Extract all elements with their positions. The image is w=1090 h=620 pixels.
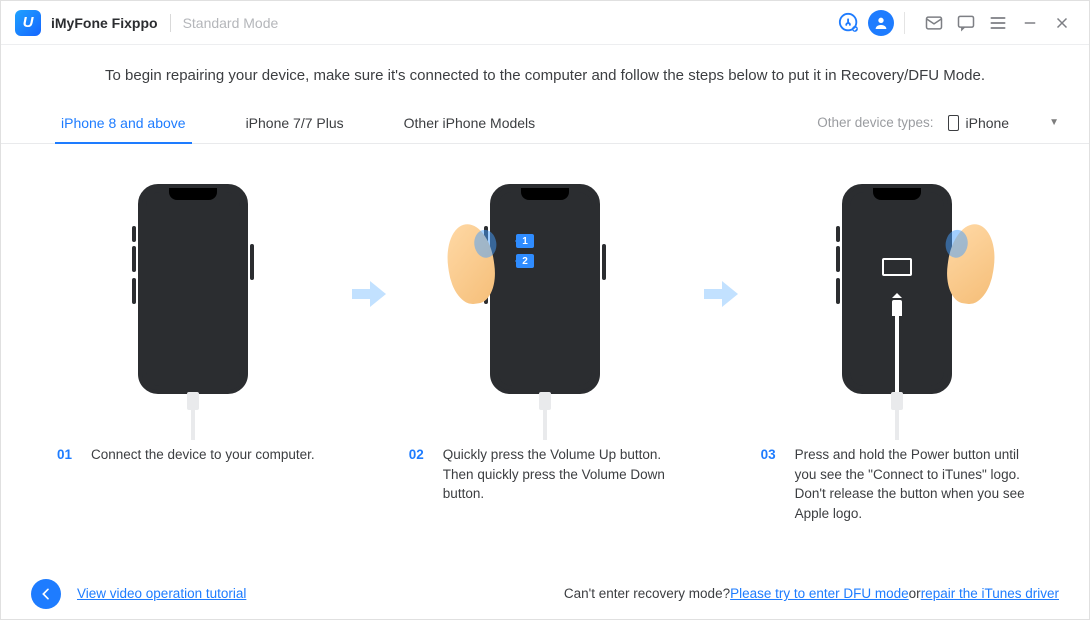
- volume-down-badge: 2: [516, 254, 534, 268]
- repair-driver-link[interactable]: repair the iTunes driver: [921, 586, 1059, 601]
- step-2-text: Quickly press the Volume Up button. Then…: [443, 445, 681, 504]
- footer: View video operation tutorial Can't ente…: [1, 567, 1089, 619]
- steps-row: 01 Connect the device to your computer. …: [1, 144, 1089, 567]
- app-window: U iMyFone Fixppo Standard Mode: [0, 0, 1090, 620]
- titlebar-divider: [904, 12, 905, 34]
- step-2-illustration: 1 2: [470, 184, 620, 419]
- step-3-illustration: [822, 184, 972, 419]
- step-1-text: Connect the device to your computer.: [91, 445, 315, 465]
- thumb-icon: [942, 221, 999, 307]
- device-tabstrip: iPhone 8 and above iPhone 7/7 Plus Other…: [1, 102, 1089, 144]
- connect-to-itunes-icon: [882, 258, 912, 396]
- step-1-illustration: [118, 184, 268, 419]
- step-2-number: 02: [409, 445, 431, 504]
- step-3: 03 Press and hold the Power button until…: [755, 184, 1039, 523]
- step-1: 01 Connect the device to your computer.: [51, 184, 335, 465]
- step-1-number: 01: [57, 445, 79, 465]
- mode-label: Standard Mode: [183, 15, 279, 31]
- menu-icon[interactable]: [985, 10, 1011, 36]
- enter-dfu-link[interactable]: Please try to enter DFU mode: [730, 586, 909, 601]
- volume-up-badge: 1: [516, 234, 534, 248]
- tab-iphone-8-above[interactable]: iPhone 8 and above: [31, 102, 216, 143]
- device-type-select[interactable]: iPhone ▼: [948, 115, 1060, 131]
- close-button[interactable]: [1049, 10, 1075, 36]
- itunes-search-icon[interactable]: [836, 10, 862, 36]
- footer-or: or: [909, 586, 921, 601]
- app-title: iMyFone Fixppo: [51, 15, 158, 31]
- device-select-value: iPhone: [966, 115, 1010, 131]
- tab-other-iphone[interactable]: Other iPhone Models: [374, 102, 566, 143]
- account-icon[interactable]: [868, 10, 894, 36]
- title-separator: [170, 14, 171, 32]
- step-3-text: Press and hold the Power button until yo…: [795, 445, 1033, 523]
- arrow-1: [345, 184, 392, 404]
- step-3-number: 03: [761, 445, 783, 523]
- other-device-types-label: Other device types:: [817, 115, 933, 130]
- video-tutorial-link[interactable]: View video operation tutorial: [77, 586, 246, 601]
- feedback-icon[interactable]: [953, 10, 979, 36]
- back-button[interactable]: [31, 579, 61, 609]
- titlebar: U iMyFone Fixppo Standard Mode: [1, 1, 1089, 45]
- minimize-button[interactable]: [1017, 10, 1043, 36]
- app-logo-icon: U: [15, 10, 41, 36]
- arrow-2: [697, 184, 744, 404]
- footer-help-text: Can't enter recovery mode?: [564, 586, 730, 601]
- main-instruction: To begin repairing your device, make sur…: [1, 45, 1089, 102]
- chevron-down-icon: ▼: [1049, 117, 1059, 128]
- mail-icon[interactable]: [921, 10, 947, 36]
- phone-icon: [948, 115, 959, 131]
- tab-iphone-7[interactable]: iPhone 7/7 Plus: [216, 102, 374, 143]
- step-2: 1 2 02 Quickly press the Volume Up butto…: [403, 184, 687, 504]
